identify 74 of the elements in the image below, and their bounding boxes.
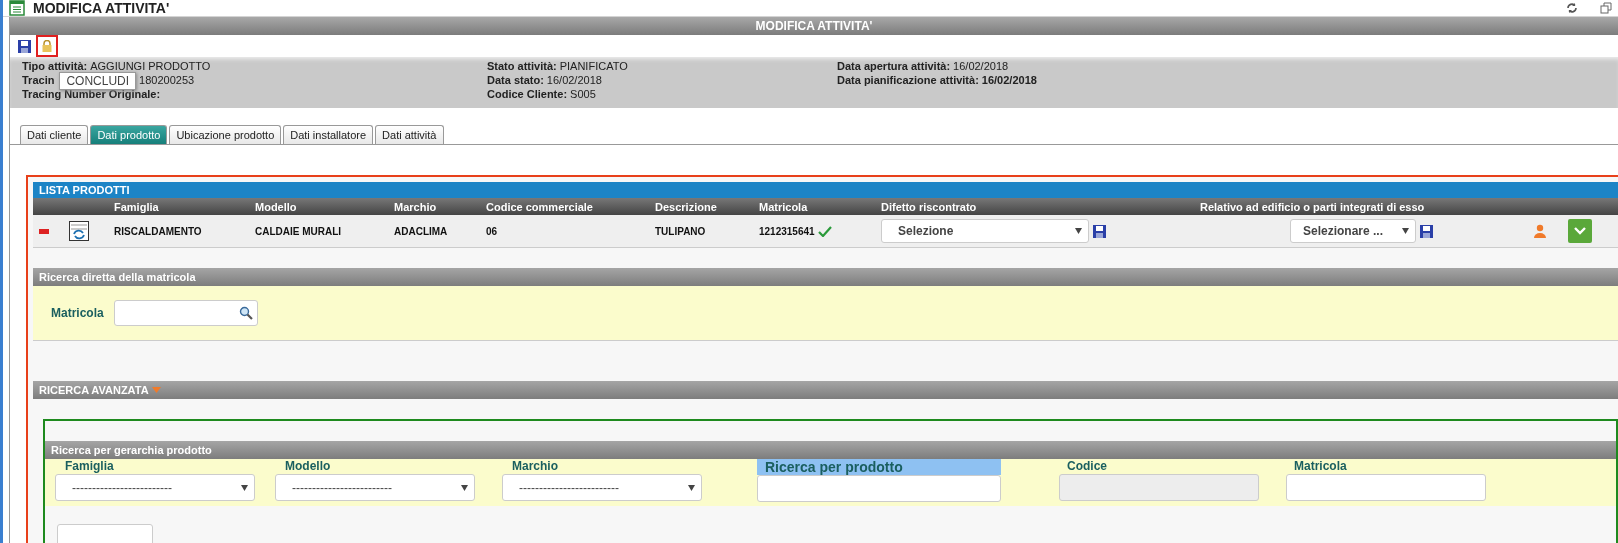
info-label: Tracing Number Originale: <box>22 88 161 100</box>
field-label: Modello <box>284 459 332 474</box>
lock-icon[interactable] <box>41 40 53 52</box>
section-title: LISTA PRODOTTI <box>33 182 1618 198</box>
section-title: Ricerca per gerarchia prodotto <box>45 441 1616 459</box>
table-cell-text: TULIPANO <box>655 225 707 237</box>
field-label: Codice <box>1066 459 1108 474</box>
column-header: Codice commerciale <box>486 200 594 213</box>
column-header: Descrizione <box>655 200 718 213</box>
table-cell-text: RISCALDAMENTO <box>114 225 203 237</box>
save-icon[interactable] <box>1093 224 1106 238</box>
tab[interactable]: Ubicazione prodotto <box>169 125 282 144</box>
refresh-grid-icon[interactable] <box>69 221 89 241</box>
tab[interactable]: Dati attività <box>375 125 444 144</box>
column-header: Modello <box>255 200 298 213</box>
column-header: Relativo ad edificio o parti integrati di esso <box>1200 200 1426 213</box>
form-icon <box>9 0 25 16</box>
info-label: Codice Cliente: <box>487 88 568 100</box>
tooltip: CONCLUDI <box>59 72 137 90</box>
input-field[interactable] <box>1286 474 1486 501</box>
minus-icon[interactable] <box>39 228 49 234</box>
info-value: 180200253 <box>139 74 195 86</box>
chevron-down-icon[interactable] <box>1574 227 1586 235</box>
restore-icon[interactable] <box>1600 2 1612 14</box>
field-label: Famiglia <box>64 459 115 474</box>
column-header: Matricola <box>759 200 809 213</box>
page-header: MODIFICA ATTIVITA' <box>10 17 1618 35</box>
tab[interactable]: Dati installatore <box>283 125 374 144</box>
expand-button[interactable] <box>1568 219 1592 243</box>
caret-icon[interactable] <box>461 484 468 491</box>
caret-icon[interactable] <box>688 484 695 491</box>
field-label: Ricerca per prodotto <box>757 459 1001 475</box>
person-icon[interactable] <box>1533 224 1547 238</box>
column-header: Difetto riscontrato <box>881 200 978 213</box>
info-label: Data stato: <box>487 74 544 86</box>
field-label: Matricola <box>1293 459 1348 474</box>
select-field[interactable]: ------------------------- <box>275 474 475 501</box>
table-cell-text: ADACLIMA <box>394 225 449 237</box>
select-field[interactable]: Selezione <box>881 219 1089 243</box>
refresh-icon[interactable] <box>1566 2 1578 14</box>
section-title: Ricerca diretta della matricola <box>33 268 1618 286</box>
table-cell-text: CALDAIE MURALI <box>255 225 343 237</box>
search-icon[interactable] <box>238 306 253 320</box>
column-header: Famiglia <box>114 200 160 213</box>
info-value: S005 <box>570 88 596 100</box>
caret-icon[interactable] <box>1402 228 1409 234</box>
info-value: 16/02/2018 <box>981 74 1037 86</box>
tab[interactable]: Dati cliente <box>20 125 89 144</box>
field-label: Matricola <box>51 306 104 320</box>
window-title: MODIFICA ATTIVITA' <box>33 0 171 16</box>
select-field[interactable]: ------------------------- <box>55 474 255 501</box>
field-label: Marchio <box>511 459 559 474</box>
search-field[interactable] <box>113 300 258 326</box>
input-field[interactable] <box>757 475 1001 502</box>
save-icon[interactable] <box>1420 224 1433 238</box>
info-value: PIANIFICATO <box>559 60 628 72</box>
save-icon[interactable] <box>17 39 31 53</box>
info-label: Data pianificazione attività: <box>837 74 979 86</box>
info-value: AGGIUNGI PRODOTTO <box>90 60 211 72</box>
table-cell: 1212315641 <box>759 225 881 237</box>
info-value: 16/02/2018 <box>953 60 1009 72</box>
column-header: Marchio <box>394 200 438 213</box>
caret-icon[interactable] <box>1075 228 1082 234</box>
caret-icon[interactable] <box>241 484 248 491</box>
table-cell-text: 06 <box>486 225 499 237</box>
info-label: Stato attività: <box>487 60 557 72</box>
info-label: Data apertura attività: <box>837 60 951 72</box>
select-field[interactable]: Selezionare ... <box>1290 219 1416 243</box>
info-label: Tipo attività: <box>22 60 88 72</box>
info-value: 16/02/2018 <box>546 74 602 86</box>
tab[interactable]: Dati prodotto <box>90 125 168 144</box>
info-label: Tracin <box>22 74 55 86</box>
lock-button[interactable] <box>36 35 58 57</box>
select-field[interactable]: ------------------------- <box>502 474 702 501</box>
